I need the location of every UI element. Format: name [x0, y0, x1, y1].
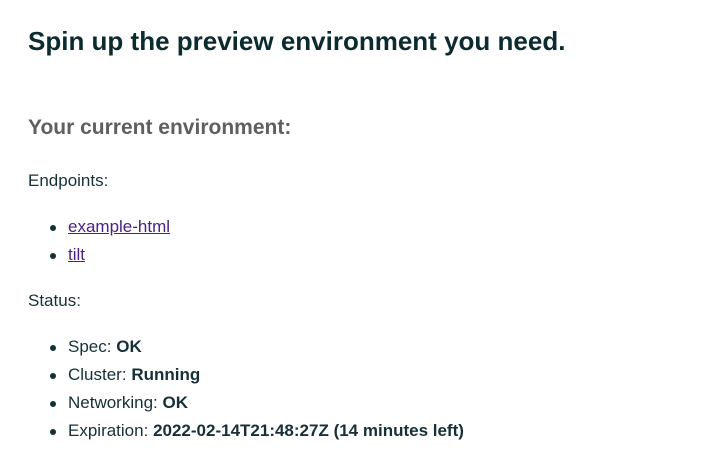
endpoint-link-tilt[interactable]: tilt: [68, 245, 85, 264]
status-spec-key: Spec:: [68, 337, 112, 356]
list-item: Expiration: 2022-02-14T21:48:27Z (14 min…: [28, 417, 464, 445]
status-label: Status:: [28, 291, 81, 310]
page-title: Spin up the preview environment you need…: [28, 26, 566, 56]
bullet-icon: [50, 373, 56, 379]
section-title: Your current environment:: [28, 116, 292, 139]
endpoints-label: Endpoints:: [28, 171, 109, 190]
status-networking-value: OK: [162, 393, 189, 412]
page: Spin up the preview environment you need…: [0, 0, 715, 455]
bullet-icon: [50, 401, 56, 407]
list-item: example-html: [28, 213, 170, 241]
list-item: Cluster: Running: [28, 361, 464, 389]
list-item: Spec: OK: [28, 333, 464, 361]
status-list: Spec: OK Cluster: Running Networking: OK…: [28, 333, 464, 445]
bullet-icon: [50, 345, 56, 351]
list-item: Networking: OK: [28, 389, 464, 417]
bullet-icon: [50, 429, 56, 435]
bullet-icon: [50, 225, 56, 231]
status-networking-key: Networking:: [68, 393, 158, 412]
status-cluster-value: Running: [131, 365, 201, 384]
bullet-icon: [50, 253, 56, 259]
endpoints-list: example-html tilt: [28, 213, 170, 269]
status-spec-value: OK: [116, 337, 142, 356]
endpoint-link-example-html[interactable]: example-html: [68, 217, 170, 236]
list-item: tilt: [28, 241, 170, 269]
status-cluster-key: Cluster:: [68, 365, 127, 384]
status-expiration-value: 2022-02-14T21:48:27Z (14 minutes left): [153, 421, 464, 440]
status-expiration-key: Expiration:: [68, 421, 149, 440]
